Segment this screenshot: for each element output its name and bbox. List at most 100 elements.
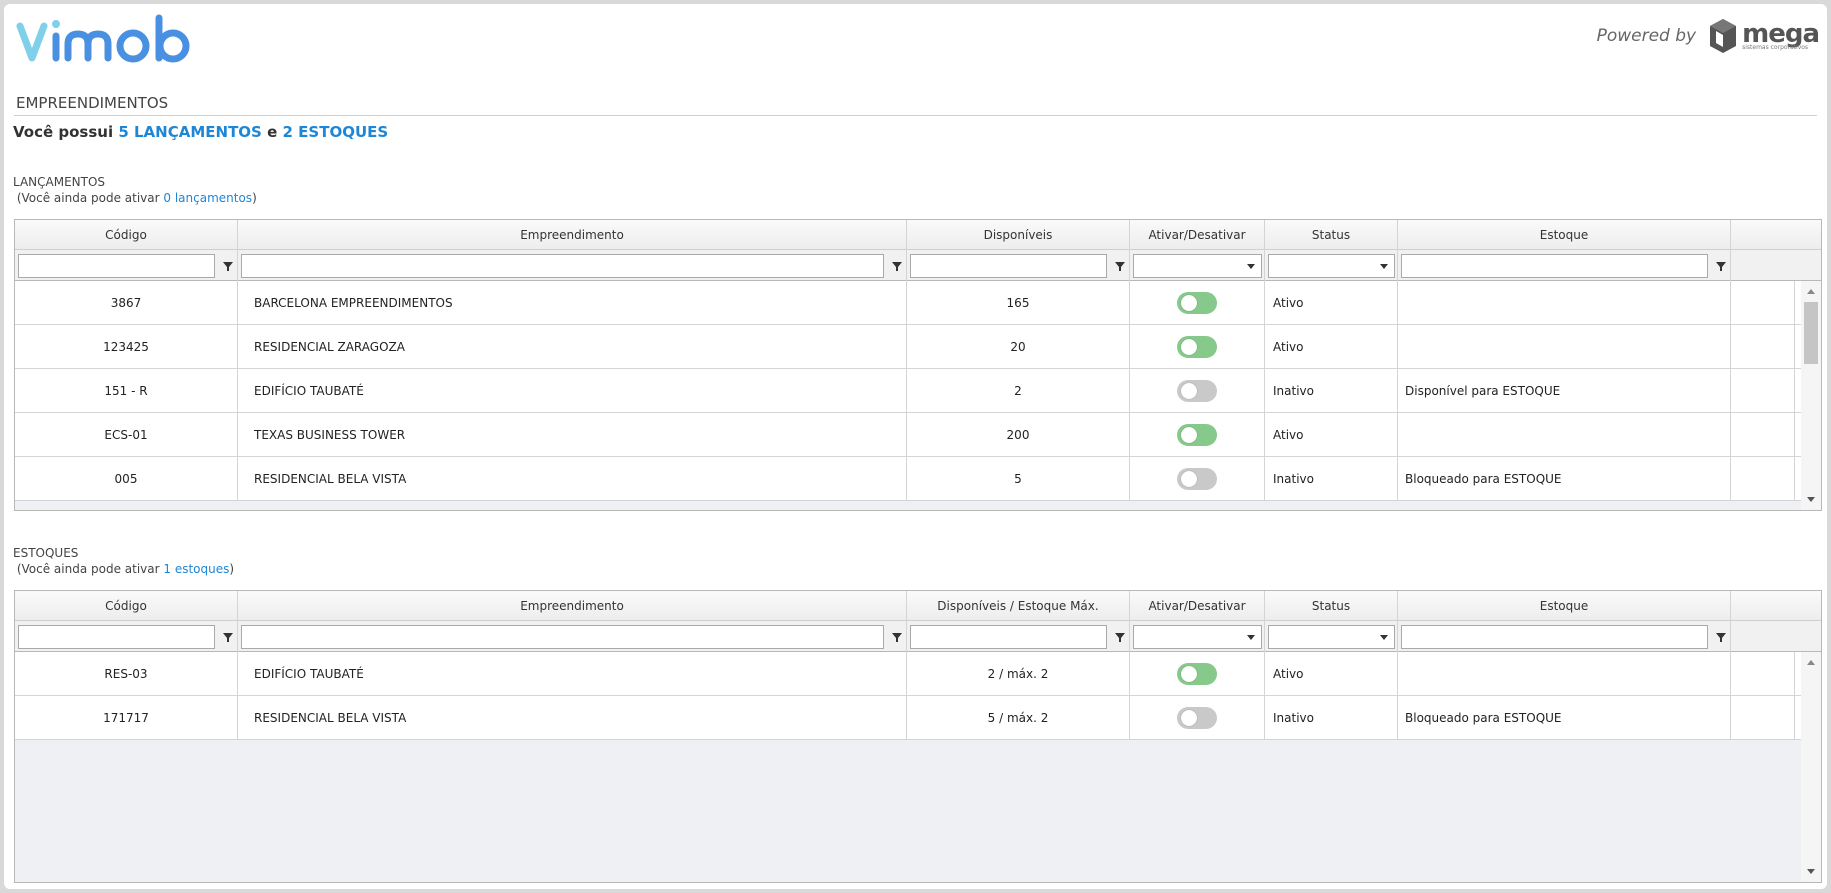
filter-funnel-icon[interactable] [1113,259,1127,273]
cell-estoque: Bloqueado para ESTOQUE [1398,696,1731,739]
toggle-knob [1181,470,1197,487]
table-row[interactable]: 171717 RESIDENCIAL BELA VISTA 5 / máx. 2 In… [15,696,1821,740]
column-header-estoque[interactable]: Estoque [1398,220,1731,250]
column-header-ativar-desativar[interactable]: Ativar/Desativar [1130,220,1265,250]
cell-empreendimento: TEXAS BUSINESS TOWER [238,413,907,456]
filter-funnel-icon[interactable] [890,630,904,644]
scroll-up-icon[interactable] [1807,289,1815,294]
toggle-switch[interactable] [1177,379,1217,402]
title-divider [14,115,1817,116]
column-header-status[interactable]: Status [1265,220,1398,250]
estoques-scrollbar[interactable] [1801,652,1821,882]
filter-disponiveis [907,621,1130,652]
cell-status: Inativo [1265,696,1398,739]
column-header-estoque[interactable]: Estoque [1398,591,1731,621]
estoques-note-link[interactable]: 1 estoques [163,562,229,576]
app-frame: Powered by mega sistemas corporativos EM… [4,4,1827,889]
filter-input-disponiveis[interactable] [910,624,1107,649]
lancamentos-rows: 3867 BARCELONA EMPREENDIMENTOS 165 Ativo 123… [15,281,1821,501]
filter-estoque [1398,621,1731,652]
table-row[interactable]: 005 RESIDENCIAL BELA VISTA 5 Inativo Bloquea… [15,457,1821,501]
filter-input-empreendimento[interactable] [241,624,884,649]
lancamentos-grid-header: Código Empreendimento Disponíveis Ativar/De… [15,220,1821,250]
filter-select-ativar-desativar[interactable] [1133,253,1262,278]
table-row[interactable]: ECS-01 TEXAS BUSINESS TOWER 200 Ativo [15,413,1821,457]
filter-select-status[interactable] [1268,253,1395,278]
lancamentos-grid-body: 3867 BARCELONA EMPREENDIMENTOS 165 Ativo 123… [15,281,1821,510]
table-row[interactable]: 151 - R EDIFÍCIO TAUBATÉ 2 Inativo Disponíve… [15,369,1821,413]
column-header-disponiveis[interactable]: Disponíveis [907,220,1130,250]
chevron-down-icon[interactable] [1247,634,1255,640]
estoques-note-prefix: (Você ainda pode ativar [16,562,160,576]
scroll-up-icon[interactable] [1807,660,1815,665]
cell-codigo: 3867 [15,281,238,324]
toggle-switch[interactable] [1177,662,1217,685]
cell-spacer [1731,457,1795,500]
filter-funnel-icon[interactable] [1113,630,1127,644]
chevron-down-icon[interactable] [1380,634,1388,640]
toggle-switch[interactable] [1177,467,1217,490]
filter-funnel-icon[interactable] [1714,259,1728,273]
cell-estoque [1398,281,1731,324]
toggle-knob [1181,382,1197,399]
cell-disponiveis: 5 [907,457,1130,500]
cell-codigo: 123425 [15,325,238,368]
column-header-codigo[interactable]: Código [15,220,238,250]
cell-spacer [1731,652,1795,695]
filter-input-disponiveis[interactable] [910,253,1107,278]
filter-input-estoque[interactable] [1401,253,1708,278]
cell-empreendimento: RESIDENCIAL ZARAGOZA [238,325,907,368]
chevron-down-icon[interactable] [1380,263,1388,269]
column-header-spacer [1731,591,1821,620]
lancamentos-note-link[interactable]: 0 lançamentos [163,191,252,205]
filter-input-codigo[interactable] [18,624,215,649]
mega-logo: mega sistemas corporativos [1708,17,1820,55]
scroll-thumb[interactable] [1804,302,1818,364]
toggle-switch[interactable] [1177,335,1217,358]
filter-input-empreendimento[interactable] [241,253,884,278]
filter-spacer [1731,250,1821,280]
table-row[interactable]: 123425 RESIDENCIAL ZARAGOZA 20 Ativo [15,325,1821,369]
scroll-down-icon[interactable] [1807,497,1815,502]
filter-funnel-icon[interactable] [890,259,904,273]
column-header-disponiveis[interactable]: Disponíveis / Estoque Máx. [907,591,1130,621]
table-row[interactable]: RES-03 EDIFÍCIO TAUBATÉ 2 / máx. 2 Ativo [15,652,1821,696]
filter-input-estoque[interactable] [1401,624,1708,649]
cell-ativar-desativar [1130,369,1265,412]
column-header-ativar-desativar[interactable]: Ativar/Desativar [1130,591,1265,621]
cell-estoque [1398,652,1731,695]
cell-estoque [1398,325,1731,368]
cell-empreendimento: EDIFÍCIO TAUBATÉ [238,652,907,695]
filter-codigo [15,250,238,281]
scroll-down-icon[interactable] [1807,869,1815,874]
filter-funnel-icon[interactable] [221,630,235,644]
cell-status: Inativo [1265,457,1398,500]
filter-funnel-icon[interactable] [221,259,235,273]
cell-spacer [1731,281,1795,324]
cell-disponiveis: 20 [907,325,1130,368]
chevron-down-icon[interactable] [1247,263,1255,269]
filter-select-ativar-desativar[interactable] [1133,624,1262,649]
toggle-switch[interactable] [1177,423,1217,446]
cell-spacer [1731,325,1795,368]
cell-status: Ativo [1265,652,1398,695]
column-header-codigo[interactable]: Código [15,591,238,621]
filter-input-codigo[interactable] [18,253,215,278]
lancamentos-scrollbar[interactable] [1801,281,1821,510]
column-header-empreendimento[interactable]: Empreendimento [238,591,907,621]
toggle-switch[interactable] [1177,706,1217,729]
cell-codigo: 151 - R [15,369,238,412]
column-header-empreendimento[interactable]: Empreendimento [238,220,907,250]
filter-funnel-icon[interactable] [1714,630,1728,644]
cell-codigo: ECS-01 [15,413,238,456]
cell-disponiveis: 5 / máx. 2 [907,696,1130,739]
table-row[interactable]: 3867 BARCELONA EMPREENDIMENTOS 165 Ativo [15,281,1821,325]
toggle-switch[interactable] [1177,291,1217,314]
page-title: EMPREENDIMENTOS [16,94,169,112]
estoques-grid-body: RES-03 EDIFÍCIO TAUBATÉ 2 / máx. 2 Ativo 171… [15,652,1821,882]
toggle-knob [1181,426,1197,443]
filter-select-status[interactable] [1268,624,1395,649]
column-header-status[interactable]: Status [1265,591,1398,621]
column-header-spacer [1731,220,1821,249]
lancamentos-note-prefix: (Você ainda pode ativar [16,191,160,205]
